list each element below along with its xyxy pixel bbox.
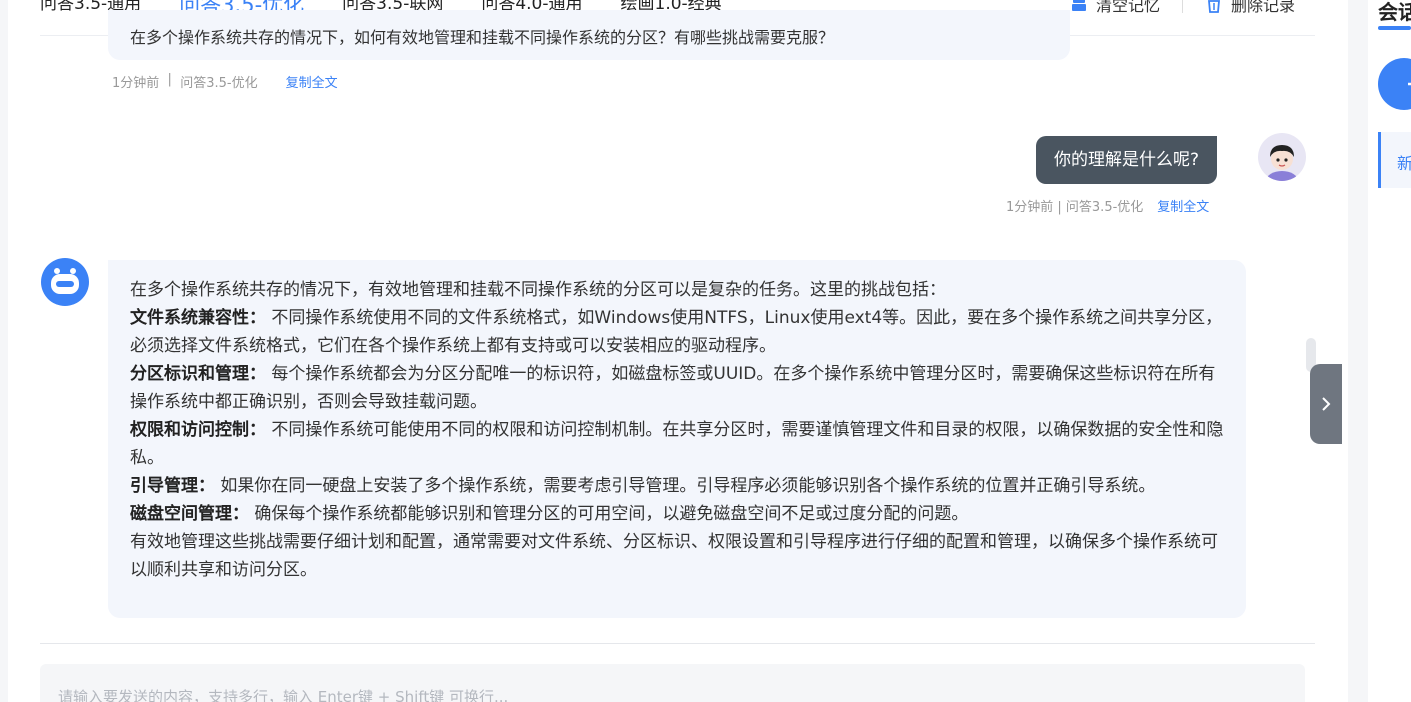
bot-point-text: 如果你在同一硬盘上安装了多个操作系统，需要考虑引导管理。引导程序必须能够识别各个… xyxy=(220,476,1156,496)
delete-records-label: 删除记录 xyxy=(1231,0,1296,15)
copy-all-button[interactable]: 复制全文 xyxy=(1157,196,1209,215)
title-underline xyxy=(1378,26,1411,30)
bot-point: 文件系统兼容性： 不同操作系统使用不同的文件系统格式，如Windows使用NTF… xyxy=(130,304,1224,360)
user-message-bubble: 你的理解是什么呢? xyxy=(1036,136,1218,184)
trash-icon xyxy=(1205,0,1223,13)
chevron-right-icon xyxy=(1322,397,1331,411)
prev-message-text: 在多个操作系统共存的情况下，如何有效地管理和挂载不同操作系统的分区？有哪些挑战需… xyxy=(130,28,835,47)
user-avatar xyxy=(1258,133,1306,181)
bot-point-title: 引导管理： xyxy=(130,476,215,496)
message-input[interactable] xyxy=(40,664,1305,702)
sessions-panel: 会话 新的会话 xyxy=(1368,0,1411,702)
bot-avatar xyxy=(41,258,89,306)
bot-point-text: 确保每个操作系统都能够识别和管理分区的可用空间，以避免磁盘空间不足或过度分配的问… xyxy=(254,504,969,524)
top-actions: 清空记忆 删除记录 xyxy=(1070,0,1295,16)
prev-message-model: 问答3.5-优化 xyxy=(180,76,258,91)
bot-point-text: 不同操作系统使用不同的文件系统格式，如Windows使用NTFS，Linux使用… xyxy=(130,308,1223,356)
user-message-info: 1分钟前 | 问答3.5-优化 xyxy=(1006,200,1144,215)
bot-intro: 在多个操作系统共存的情况下，有效地管理和挂载不同操作系统的分区可以是复杂的任务。… xyxy=(130,280,946,300)
bot-point: 引导管理： 如果你在同一硬盘上安装了多个操作系统，需要考虑引导管理。引导程序必须… xyxy=(130,472,1224,500)
session-item[interactable]: 新的会话 xyxy=(1378,132,1411,188)
bot-point-title: 权限和访问控制： xyxy=(130,420,266,440)
bot-conclusion: 有效地管理这些挑战需要仔细计划和配置，通常需要对文件系统、分区标识、权限设置和引… xyxy=(130,532,1218,580)
chat-panel: 问答3.5-通用 问答3.5-优化 问答3.5-联网 问答4.0-通用 绘画1.… xyxy=(8,0,1348,702)
collapse-sidebar-button[interactable] xyxy=(1310,364,1342,444)
prev-bot-message: 在多个操作系统共存的情况下，如何有效地管理和挂载不同操作系统的分区？有哪些挑战需… xyxy=(108,10,1070,60)
user-message-meta: 1分钟前 | 问答3.5-优化 复制全文 xyxy=(1006,196,1209,215)
broom-icon xyxy=(1070,0,1088,13)
sessions-title: 会话 xyxy=(1378,0,1411,24)
message-input-box xyxy=(40,664,1305,702)
delete-records-button[interactable]: 删除记录 xyxy=(1205,0,1295,16)
prev-message-meta: 1分钟前 | 问答3.5-优化 复制全文 xyxy=(112,72,338,91)
bot-point-text: 每个操作系统都会为分区分配唯一的标识符，如磁盘标签或UUID。在多个操作系统中管… xyxy=(130,364,1216,412)
session-item-label: 新的会话 xyxy=(1397,150,1411,174)
meta-separator: | xyxy=(159,72,181,87)
bot-point: 分区标识和管理： 每个操作系统都会为分区分配唯一的标识符，如磁盘标签或UUID。… xyxy=(130,360,1224,416)
input-divider xyxy=(40,643,1315,644)
clear-memory-label: 清空记忆 xyxy=(1096,0,1161,15)
bot-point-title: 文件系统兼容性： xyxy=(130,308,266,328)
bot-point-text: 不同操作系统可能使用不同的权限和访问控制机制。在共享分区时，需要谨慎管理文件和目… xyxy=(130,420,1224,468)
bot-point: 磁盘空间管理： 确保每个操作系统都能够识别和管理分区的可用空间，以避免磁盘空间不… xyxy=(130,500,1224,528)
bot-point: 权限和访问控制： 不同操作系统可能使用不同的权限和访问控制机制。在共享分区时，需… xyxy=(130,416,1224,472)
plus-icon xyxy=(1408,82,1411,86)
clear-memory-button[interactable]: 清空记忆 xyxy=(1070,0,1160,16)
new-session-button[interactable] xyxy=(1378,58,1411,110)
bot-message-bubble: 在多个操作系统共存的情况下，有效地管理和挂载不同操作系统的分区可以是复杂的任务。… xyxy=(108,260,1246,618)
divider xyxy=(1182,0,1184,13)
copy-all-button[interactable]: 复制全文 xyxy=(286,72,338,91)
bot-point-title: 磁盘空间管理： xyxy=(130,504,249,524)
bot-point-title: 分区标识和管理： xyxy=(130,364,266,384)
prev-message-time: 1分钟前 xyxy=(112,76,160,91)
